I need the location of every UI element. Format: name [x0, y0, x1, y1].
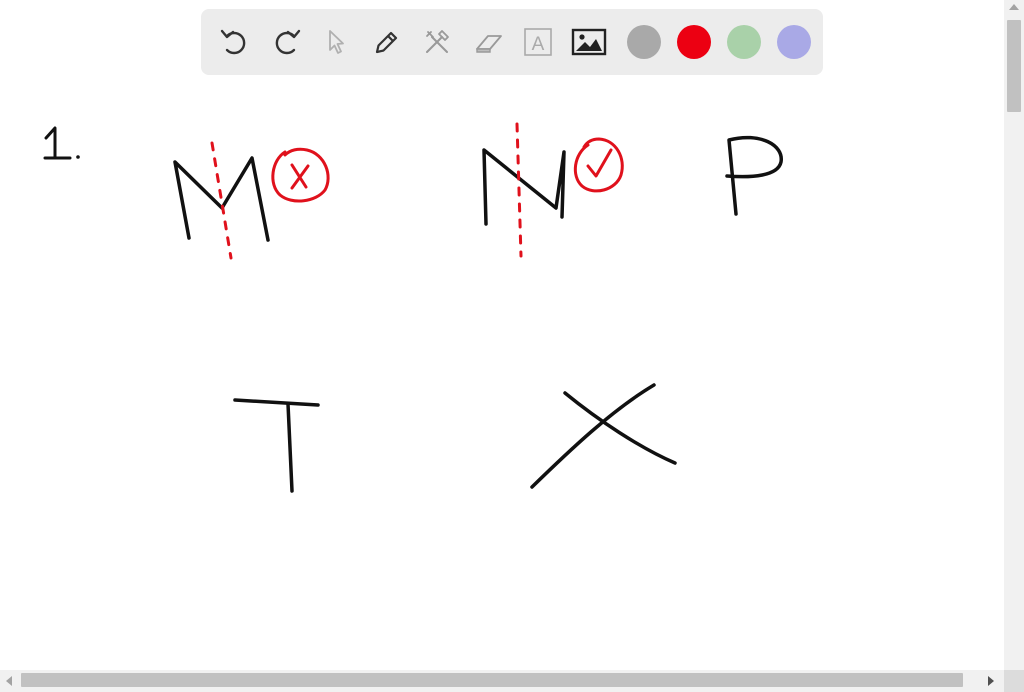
letter-m-stroke	[173, 156, 270, 242]
scroll-up-arrow-icon[interactable]	[1009, 4, 1019, 10]
vertical-scroll-thumb[interactable]	[1007, 20, 1021, 112]
letter-t-stroke	[233, 398, 320, 493]
text-box-icon: A	[524, 28, 552, 56]
undo-button[interactable]	[215, 22, 255, 62]
color-swatch-red[interactable]	[677, 25, 711, 59]
image-tool-button[interactable]	[569, 22, 609, 62]
eraser-icon	[475, 35, 502, 53]
color-swatch-gray[interactable]	[627, 25, 661, 59]
undo-icon	[220, 29, 246, 55]
canvas-strokes	[43, 122, 783, 493]
pencil-icon	[375, 31, 397, 54]
scroll-right-arrow-icon[interactable]	[988, 676, 994, 686]
crossed-tools-icon	[426, 30, 449, 53]
horizontal-scrollbar[interactable]	[0, 670, 1004, 692]
scroll-left-arrow-icon[interactable]	[6, 676, 12, 686]
color-swatch-purple[interactable]	[777, 25, 811, 59]
eraser-tool-button[interactable]	[468, 22, 508, 62]
pointer-icon	[329, 30, 344, 54]
letter-p-stroke	[725, 135, 783, 216]
circled-x-mark	[271, 147, 330, 203]
tools-button[interactable]	[417, 22, 457, 62]
redo-button[interactable]	[266, 22, 306, 62]
letter-n-stroke	[482, 148, 566, 226]
color-swatch-green[interactable]	[727, 25, 761, 59]
horizontal-scroll-thumb[interactable]	[21, 673, 963, 687]
letter-x-stroke	[530, 383, 677, 489]
text-tool-button[interactable]: A	[518, 22, 558, 62]
redo-icon	[275, 29, 300, 55]
item-number-strokes	[43, 126, 80, 160]
vertical-scrollbar[interactable]	[1004, 0, 1024, 670]
pen-tool-button[interactable]	[367, 22, 407, 62]
letter-n-symmetry-line	[515, 122, 523, 258]
circled-check-mark	[573, 137, 624, 193]
whiteboard-app: A	[0, 0, 1024, 692]
svg-text:A: A	[532, 34, 545, 55]
image-icon	[571, 28, 606, 56]
drawing-canvas[interactable]	[0, 0, 1004, 670]
scrollbar-corner	[1004, 670, 1024, 692]
drawing-toolbar: A	[201, 9, 823, 75]
select-tool-button[interactable]	[316, 22, 356, 62]
